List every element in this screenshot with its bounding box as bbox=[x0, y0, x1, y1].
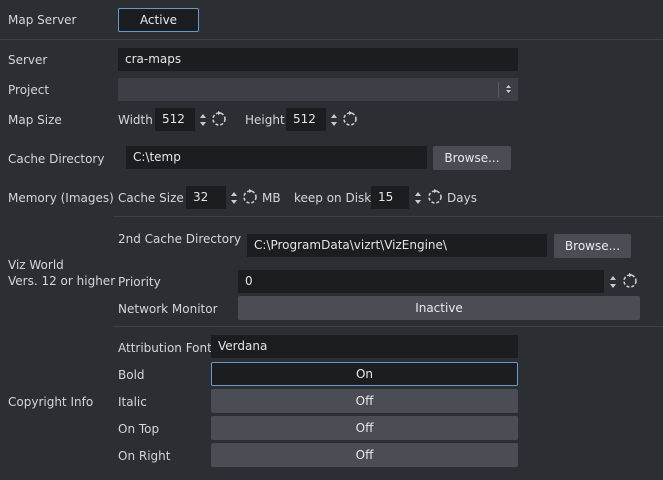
keep-on-disk-input[interactable]: 15 bbox=[371, 186, 409, 209]
network-monitor-label: Network Monitor bbox=[118, 302, 218, 316]
width-input[interactable]: 512 bbox=[155, 108, 195, 131]
cache-size-label: Cache Size bbox=[118, 191, 184, 205]
spin-arrows-icon[interactable] bbox=[329, 109, 339, 131]
spin-arrows-icon[interactable] bbox=[413, 187, 423, 209]
reset-icon[interactable] bbox=[341, 110, 359, 128]
cache-size-input[interactable]: 32 bbox=[186, 186, 226, 209]
project-select[interactable] bbox=[118, 78, 518, 101]
priority-input[interactable]: 0 bbox=[238, 270, 604, 293]
spin-arrows-icon[interactable] bbox=[198, 109, 208, 131]
combo-arrow-icon[interactable] bbox=[505, 83, 512, 98]
spin-arrows-icon[interactable] bbox=[229, 187, 239, 209]
server-input[interactable]: cra-maps bbox=[118, 48, 518, 71]
divider bbox=[0, 39, 663, 40]
divider bbox=[113, 326, 663, 327]
project-label: Project bbox=[8, 83, 50, 97]
second-cache-directory-input[interactable]: C:\ProgramData\vizrt\VizEngine\ bbox=[247, 234, 547, 257]
network-monitor-toggle[interactable]: Inactive bbox=[238, 296, 640, 320]
keep-on-disk-unit: Days bbox=[447, 191, 477, 205]
cache-directory-browse-button[interactable]: Browse... bbox=[433, 146, 511, 170]
bold-toggle[interactable]: On bbox=[211, 362, 518, 386]
map-server-label: Map Server bbox=[8, 13, 77, 27]
reset-icon[interactable] bbox=[210, 110, 228, 128]
height-label: Height bbox=[245, 113, 285, 127]
italic-label: Italic bbox=[118, 395, 147, 409]
spin-arrows-icon[interactable] bbox=[608, 271, 618, 293]
on-top-toggle[interactable]: Off bbox=[211, 416, 518, 440]
on-right-label: On Right bbox=[118, 449, 171, 463]
viz-world-version-label: Vers. 12 or higher bbox=[8, 274, 116, 288]
height-input[interactable]: 512 bbox=[286, 108, 326, 131]
second-cache-directory-label: 2nd Cache Directory bbox=[118, 232, 242, 246]
bold-label: Bold bbox=[118, 368, 145, 382]
map-server-toggle[interactable]: Active bbox=[118, 8, 199, 32]
attribution-font-input[interactable]: Verdana bbox=[211, 335, 518, 358]
on-top-label: On Top bbox=[118, 422, 160, 436]
map-size-label: Map Size bbox=[8, 113, 62, 127]
divider bbox=[113, 216, 663, 217]
second-cache-browse-button[interactable]: Browse... bbox=[554, 234, 631, 258]
italic-toggle[interactable]: Off bbox=[211, 389, 518, 413]
cache-size-unit: MB bbox=[262, 191, 281, 205]
combo-divider bbox=[498, 82, 499, 97]
reset-icon[interactable] bbox=[426, 188, 444, 206]
keep-on-disk-label: keep on Disk bbox=[294, 191, 372, 205]
copyright-info-label: Copyright Info bbox=[8, 395, 94, 409]
priority-label: Priority bbox=[118, 275, 161, 289]
memory-label: Memory (Images) bbox=[8, 191, 114, 205]
server-label: Server bbox=[8, 53, 48, 67]
cache-directory-input[interactable]: C:\temp bbox=[126, 146, 427, 169]
attribution-font-label: Attribution Font bbox=[118, 341, 212, 355]
on-right-toggle[interactable]: Off bbox=[211, 443, 518, 467]
viz-world-label: Viz World bbox=[8, 258, 64, 272]
reset-icon[interactable] bbox=[241, 188, 259, 206]
cache-directory-label: Cache Directory bbox=[8, 152, 105, 166]
width-label: Width bbox=[118, 113, 153, 127]
reset-icon[interactable] bbox=[621, 272, 639, 290]
